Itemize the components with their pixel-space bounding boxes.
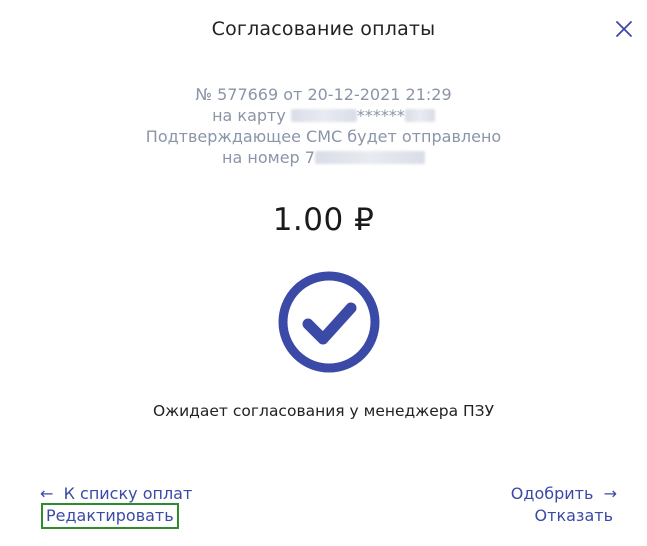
card-prefix: на карту (212, 106, 291, 125)
masked-phone (314, 151, 425, 164)
approve-label: Одобрить (510, 484, 594, 503)
status-text: Ожидает согласования у менеджера ПЗУ (152, 402, 495, 420)
phone-line: на номер 7 (0, 147, 647, 168)
payment-info: № 577669 от 20-12-2021 21:29 на карту **… (0, 84, 647, 168)
phone-prefix: на номер 7 (222, 148, 315, 167)
card-stars: ****** (356, 106, 405, 125)
payment-approval-dialog: Согласование оплаты № 577669 от 20-12-20… (0, 0, 647, 546)
close-icon[interactable] (613, 18, 635, 40)
masked-card-end (404, 109, 435, 122)
dialog-title: Согласование оплаты (211, 18, 436, 40)
check-circle-icon (277, 270, 381, 374)
masked-card-start (290, 109, 357, 122)
back-link-label: К списку оплат (63, 484, 193, 503)
arrow-left-icon: ← (40, 484, 54, 503)
decline-button[interactable]: Отказать (535, 506, 613, 525)
approve-button[interactable]: Одобрить → (511, 484, 617, 503)
payment-number: № 577669 от 20-12-2021 21:29 (195, 85, 452, 104)
payment-amount: 1.00 ₽ (272, 202, 375, 238)
edit-button[interactable]: Редактировать (41, 503, 179, 529)
card-line: на карту ****** (0, 105, 647, 126)
sms-notice: Подтверждающее СМС будет отправлено (145, 127, 502, 146)
back-to-payments-link[interactable]: ← К списку оплат (40, 484, 192, 503)
arrow-right-icon: → (603, 484, 617, 503)
